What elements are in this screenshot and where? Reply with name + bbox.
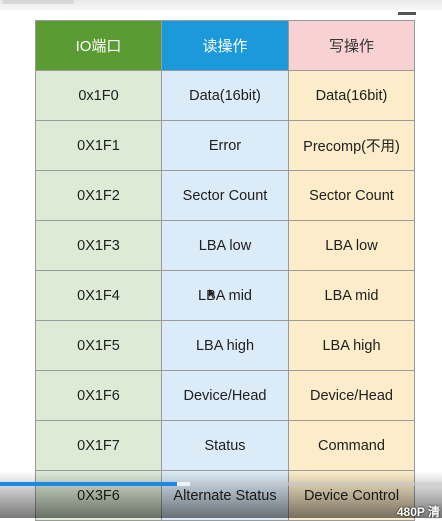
table-row: 0X1F1 Error Precomp(不用)	[35, 120, 415, 171]
minimize-icon[interactable]	[398, 12, 416, 15]
table-row: 0X3F6 Alternate Status Device Control	[35, 470, 415, 521]
blurred-title	[2, 0, 74, 4]
port-cell: 0X1F1	[35, 120, 162, 171]
header-io-port: IO端口	[35, 20, 162, 71]
write-cell: Command	[288, 420, 415, 471]
write-cell: LBA high	[288, 320, 415, 371]
header-write-op: 写操作	[288, 20, 415, 71]
top-strip	[0, 0, 442, 10]
table-row: 0x1F0 Data(16bit) Data(16bit)	[35, 70, 415, 121]
table-row: 0X1F6 Device/Head Device/Head	[35, 370, 415, 421]
port-cell: 0X1F4	[35, 270, 162, 321]
port-cell: 0x1F0	[35, 70, 162, 121]
quality-selector[interactable]: 480P 清	[397, 503, 440, 520]
write-cell: LBA low	[288, 220, 415, 271]
write-cell: Sector Count	[288, 170, 415, 221]
read-cell: LBA mid	[161, 270, 289, 321]
port-cell: 0X1F2	[35, 170, 162, 221]
progress-fill	[0, 482, 177, 486]
io-port-table: IO端口 读操作 写操作 0x1F0 Data(16bit) Data(16bi…	[35, 20, 415, 521]
read-cell: Sector Count	[161, 170, 289, 221]
table-row: 0X1F7 Status Command	[35, 420, 415, 471]
port-cell: 0X1F6	[35, 370, 162, 421]
mouse-cursor-icon	[209, 289, 215, 298]
write-cell: Device/Head	[288, 370, 415, 421]
read-cell: Alternate Status	[161, 470, 289, 521]
write-cell: LBA mid	[288, 270, 415, 321]
buffer-fill	[176, 482, 191, 486]
table-header-row: IO端口 读操作 写操作	[35, 20, 415, 71]
read-cell: LBA high	[161, 320, 289, 371]
read-cell: LBA low	[161, 220, 289, 271]
read-cell: Error	[161, 120, 289, 171]
table-row: 0X1F2 Sector Count Sector Count	[35, 170, 415, 221]
port-cell: 0X3F6	[35, 470, 162, 521]
port-cell: 0X1F5	[35, 320, 162, 371]
table-row: 0X1F4 LBA mid LBA mid	[35, 270, 415, 321]
table-row: 0X1F3 LBA low LBA low	[35, 220, 415, 271]
read-cell: Status	[161, 420, 289, 471]
progress-bar[interactable]	[0, 482, 442, 486]
read-cell: Device/Head	[161, 370, 289, 421]
write-cell: Data(16bit)	[288, 70, 415, 121]
port-cell: 0X1F7	[35, 420, 162, 471]
header-read-op: 读操作	[161, 20, 289, 71]
table-row: 0X1F5 LBA high LBA high	[35, 320, 415, 371]
write-cell: Precomp(不用)	[288, 120, 415, 171]
write-cell: Device Control	[288, 470, 415, 521]
read-cell: Data(16bit)	[161, 70, 289, 121]
port-cell: 0X1F3	[35, 220, 162, 271]
